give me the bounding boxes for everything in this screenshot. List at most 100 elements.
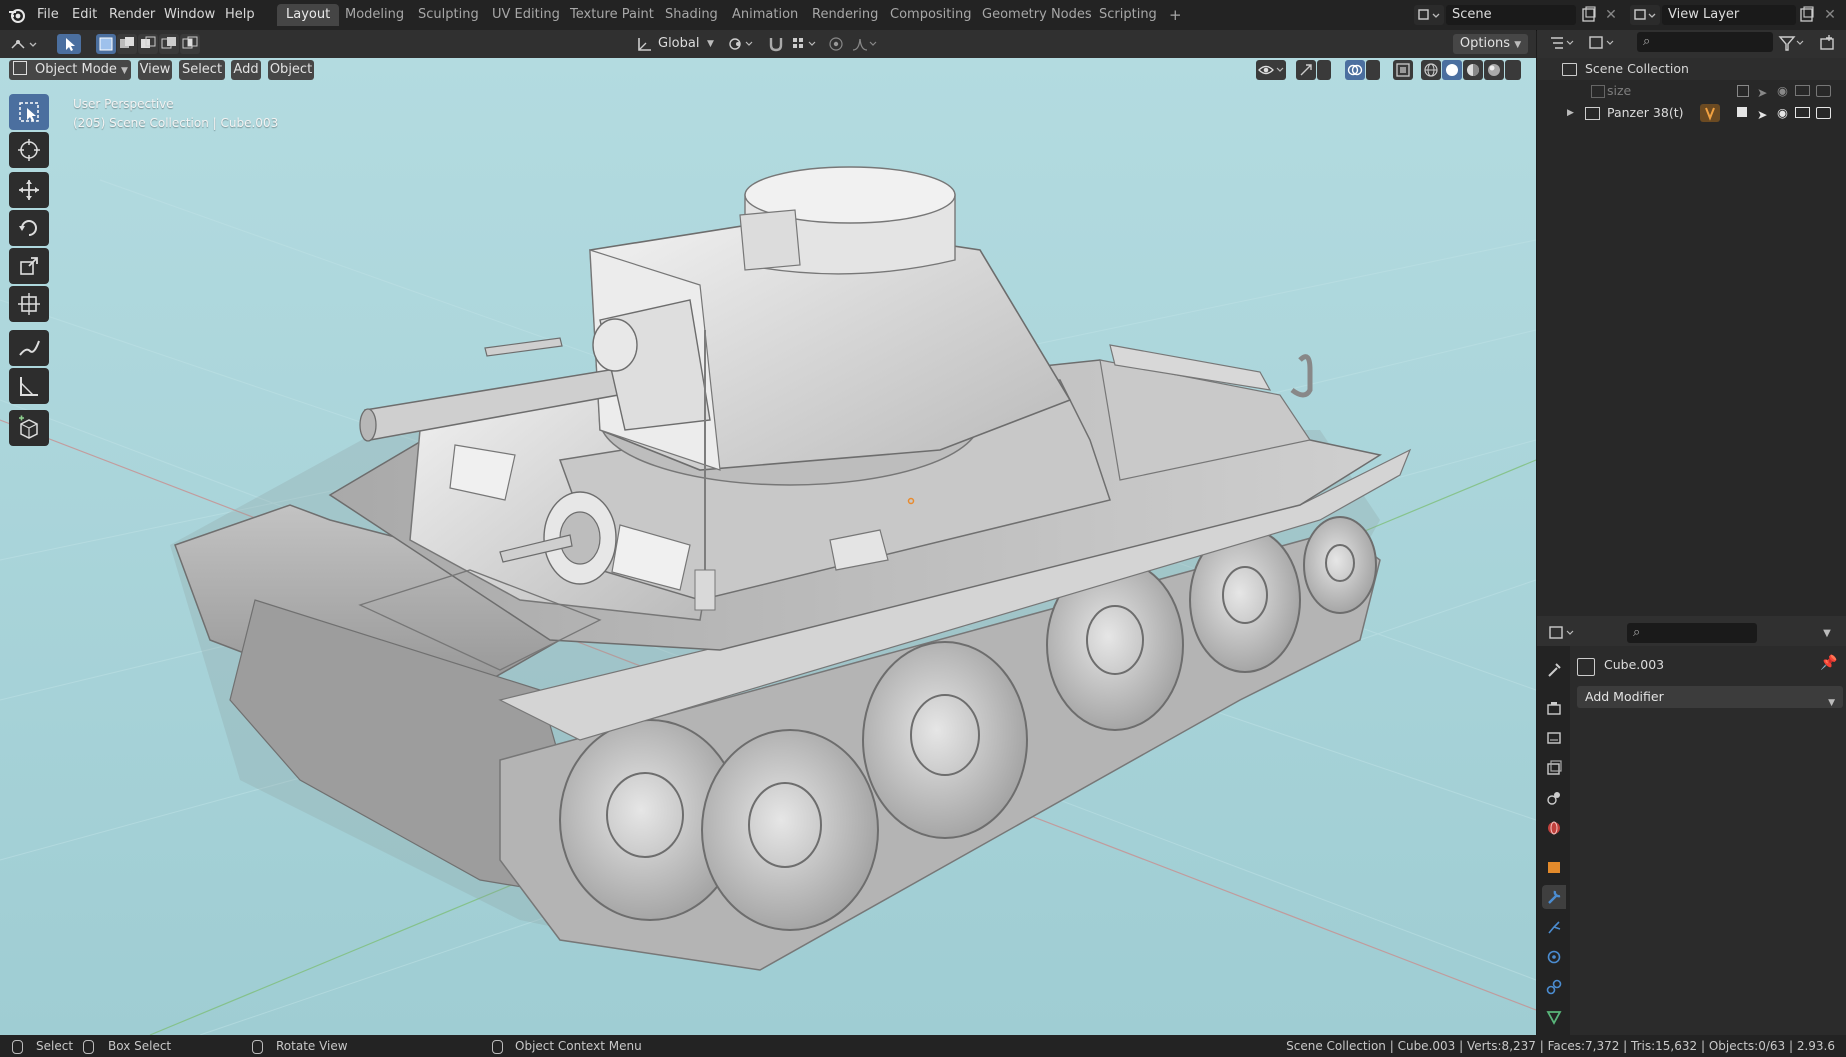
select-intersect-icon[interactable] [180, 34, 200, 54]
menu-render[interactable]: Render [103, 5, 161, 25]
object-mode-dropdown[interactable]: Object Mode ▼ [9, 60, 131, 80]
expand-arrow-icon[interactable]: ▶ [1567, 102, 1574, 124]
menu-view[interactable]: View [138, 60, 172, 80]
transform-orientation-dropdown[interactable]: Global [658, 34, 699, 54]
tab-texture-paint[interactable]: Texture Paint [561, 4, 663, 26]
outliner-search-input[interactable]: ⌕ [1637, 32, 1773, 52]
snap-toggle-icon[interactable] [766, 34, 786, 54]
3d-viewport[interactable]: User Perspective (205) Scene Collection … [0, 58, 1536, 1035]
physics-tab-icon[interactable] [1542, 945, 1566, 969]
output-tab-icon[interactable] [1542, 726, 1566, 750]
add-modifier-dropdown[interactable]: Add Modifier ▼ [1577, 686, 1843, 708]
tab-animation[interactable]: Animation [723, 4, 807, 26]
monitor-icon[interactable] [1795, 85, 1810, 96]
render-tab-icon[interactable] [1542, 696, 1566, 720]
tab-sculpting[interactable]: Sculpting [409, 4, 488, 26]
world-tab-icon[interactable] [1542, 816, 1566, 840]
snap-target-icon[interactable] [790, 35, 820, 53]
modifier-tab-icon[interactable] [1542, 885, 1566, 909]
chevron-down-icon[interactable]: ▼ [1817, 624, 1837, 644]
tab-scripting[interactable]: Scripting [1090, 4, 1166, 26]
tab-uv-editing[interactable]: UV Editing [483, 4, 569, 26]
outliner-row-size[interactable]: size ➤ ◉ [1537, 80, 1846, 102]
tab-compositing[interactable]: Compositing [881, 4, 981, 26]
falloff-curve-icon[interactable] [850, 35, 878, 53]
gizmo-dropdown-icon[interactable] [1317, 60, 1331, 80]
tab-geometry-nodes[interactable]: Geometry Nodes [973, 4, 1101, 26]
object-data-tab-icon[interactable] [1542, 1005, 1566, 1029]
monitor-icon[interactable] [1795, 107, 1810, 118]
wireframe-shading-icon[interactable] [1421, 60, 1441, 80]
editor-type-icon[interactable] [8, 34, 42, 54]
select-extend-icon[interactable] [117, 34, 137, 54]
tool-settings-tab-icon[interactable] [1542, 658, 1566, 682]
select-invert-icon[interactable] [159, 34, 179, 54]
filter-funnel-icon[interactable] [1777, 33, 1807, 53]
checkbox-checked-icon[interactable] [1737, 107, 1747, 117]
tab-modeling[interactable]: Modeling [336, 4, 413, 26]
blender-logo-icon[interactable] [8, 6, 26, 24]
pin-icon[interactable]: 📌 [1820, 655, 1837, 671]
menu-add[interactable]: Add [231, 60, 261, 80]
solid-shading-icon[interactable] [1442, 60, 1462, 80]
eye-icon[interactable]: ◉ [1777, 102, 1788, 124]
properties-editor-type-icon[interactable] [1547, 623, 1577, 643]
overlays-dropdown-icon[interactable] [1366, 60, 1380, 80]
scene-name-field[interactable]: Scene [1446, 5, 1576, 25]
particles-tab-icon[interactable] [1542, 915, 1566, 939]
select-subtract-icon[interactable] [138, 34, 158, 54]
eye-icon[interactable]: ◉ [1777, 80, 1788, 102]
new-view-layer-icon[interactable] [1798, 5, 1816, 25]
outliner-row-panzer[interactable]: ▶ Panzer 38(t) ➤ ◉ [1537, 102, 1846, 124]
annotate-tool-icon[interactable] [9, 330, 49, 366]
transform-tool-icon[interactable] [9, 286, 49, 322]
select-box-tool-icon[interactable] [9, 94, 49, 130]
shading-dropdown-icon[interactable] [1505, 60, 1521, 80]
measure-tool-icon[interactable] [9, 368, 49, 404]
menu-window[interactable]: Window [158, 5, 221, 25]
menu-file[interactable]: File [31, 5, 65, 25]
rotate-tool-icon[interactable] [9, 210, 49, 246]
tweak-tool-icon[interactable] [57, 34, 81, 54]
camera-icon[interactable] [1816, 107, 1831, 119]
gizmo-toggle-icon[interactable] [1296, 60, 1316, 80]
filter-view-icon[interactable] [1587, 33, 1617, 53]
tab-layout[interactable]: Layout [277, 4, 340, 26]
delete-scene-icon[interactable]: ✕ [1602, 5, 1620, 25]
menu-object[interactable]: Object [268, 60, 314, 80]
camera-icon[interactable] [1816, 85, 1831, 97]
tank-model-render[interactable] [0, 58, 1536, 1035]
display-mode-icon[interactable] [1547, 33, 1577, 53]
cursor-tool-icon[interactable] [9, 132, 49, 168]
options-dropdown[interactable]: Options ▼ [1453, 34, 1528, 54]
view-layer-selector-icon[interactable] [1630, 5, 1660, 25]
modifier-wrench-icon[interactable] [1700, 104, 1720, 122]
object-tab-icon[interactable] [1542, 855, 1566, 879]
menu-select[interactable]: Select [179, 60, 225, 80]
move-tool-icon[interactable] [9, 172, 49, 208]
checkbox-icon[interactable] [1737, 85, 1749, 97]
constraints-tab-icon[interactable] [1542, 975, 1566, 999]
scene-tab-icon[interactable] [1542, 786, 1566, 810]
menu-edit[interactable]: Edit [66, 5, 103, 25]
properties-search-input[interactable]: ⌕ [1627, 623, 1757, 643]
new-collection-icon[interactable] [1817, 33, 1837, 53]
add-workspace-button[interactable]: + [1160, 4, 1191, 26]
pivot-point-icon[interactable] [726, 35, 756, 53]
overlays-toggle-icon[interactable] [1345, 60, 1365, 80]
menu-help[interactable]: Help [219, 5, 261, 25]
select-arrow-icon[interactable]: ➤ [1757, 82, 1767, 104]
scale-tool-icon[interactable] [9, 248, 49, 284]
outliner-row-scene-collection[interactable]: Scene Collection [1537, 58, 1846, 80]
select-arrow-icon[interactable]: ➤ [1757, 104, 1767, 126]
delete-view-layer-icon[interactable]: ✕ [1821, 5, 1839, 25]
proportional-editing-icon[interactable] [826, 35, 846, 53]
new-scene-icon[interactable] [1580, 5, 1598, 25]
tab-shading[interactable]: Shading [656, 4, 727, 26]
material-shading-icon[interactable] [1463, 60, 1483, 80]
select-new-icon[interactable] [96, 34, 116, 54]
view-layer-name-field[interactable]: View Layer [1662, 5, 1796, 25]
visibility-toggle-icon[interactable] [1256, 60, 1286, 80]
xray-toggle-icon[interactable] [1393, 60, 1413, 80]
rendered-shading-icon[interactable] [1484, 60, 1504, 80]
